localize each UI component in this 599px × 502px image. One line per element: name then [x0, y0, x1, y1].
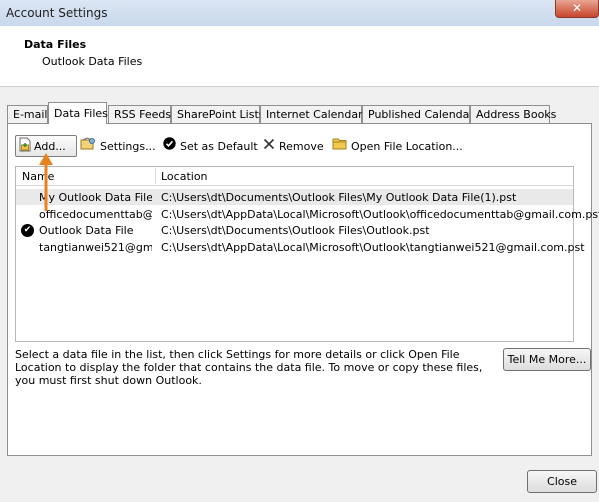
page-subtitle: Outlook Data Files	[42, 55, 143, 68]
open-file-location-button[interactable]: Open File Location...	[332, 137, 463, 157]
annotation-arrow-icon	[38, 151, 54, 216]
tab-internet-calendars[interactable]: Internet Calendars	[260, 105, 368, 123]
tab-rss-feeds[interactable]: RSS Feeds	[108, 105, 171, 123]
set-as-default-label: Set as Default	[180, 140, 258, 153]
row-name: officedocumenttab@...	[39, 208, 152, 221]
row-location: C:\Users\dt\AppData\Local\Microsoft\Outl…	[161, 208, 599, 221]
remove-button[interactable]: Remove	[263, 137, 324, 157]
folder-icon	[332, 137, 347, 157]
open-file-location-label: Open File Location...	[351, 140, 463, 153]
row-location: C:\Users\dt\Documents\Outlook Files\Outl…	[161, 224, 430, 237]
add-file-icon	[18, 137, 32, 155]
row-location: C:\Users\dt\AppData\Local\Microsoft\Outl…	[161, 241, 585, 254]
remove-button-label: Remove	[279, 140, 324, 153]
tab-sharepoint-lists[interactable]: SharePoint Lists	[171, 105, 265, 123]
row-name: tangtianwei521@gm...	[39, 241, 152, 254]
column-divider[interactable]	[155, 168, 156, 184]
window-close-button[interactable]: ✕	[555, 0, 599, 18]
window-title: Account Settings	[6, 6, 108, 20]
tab-email[interactable]: E-mail	[7, 105, 48, 123]
list-column-header	[16, 167, 573, 186]
row-name: Outlook Data File	[39, 224, 134, 237]
row-location: C:\Users\dt\Documents\Outlook Files\My O…	[161, 191, 517, 204]
set-as-default-button[interactable]: Set as Default	[163, 137, 258, 157]
tab-published-calendars[interactable]: Published Calendars	[362, 105, 480, 123]
settings-file-icon	[80, 136, 96, 158]
checkmark-icon	[163, 137, 176, 157]
settings-button[interactable]: Settings...	[80, 136, 156, 158]
column-header-location[interactable]: Location	[161, 170, 208, 183]
remove-x-icon	[263, 137, 275, 157]
tab-address-books[interactable]: Address Books	[470, 105, 556, 123]
settings-button-label: Settings...	[100, 140, 156, 153]
tell-me-more-button[interactable]: Tell Me More...	[503, 348, 591, 371]
page-title: Data Files	[24, 38, 87, 51]
close-button[interactable]: Close	[527, 470, 597, 493]
tab-data-files[interactable]: Data Files	[48, 102, 108, 124]
default-checkmark-icon: ✔	[21, 224, 34, 237]
help-description: Select a data file in the list, then cli…	[15, 348, 483, 387]
row-name: My Outlook Data File(1)	[39, 191, 152, 204]
